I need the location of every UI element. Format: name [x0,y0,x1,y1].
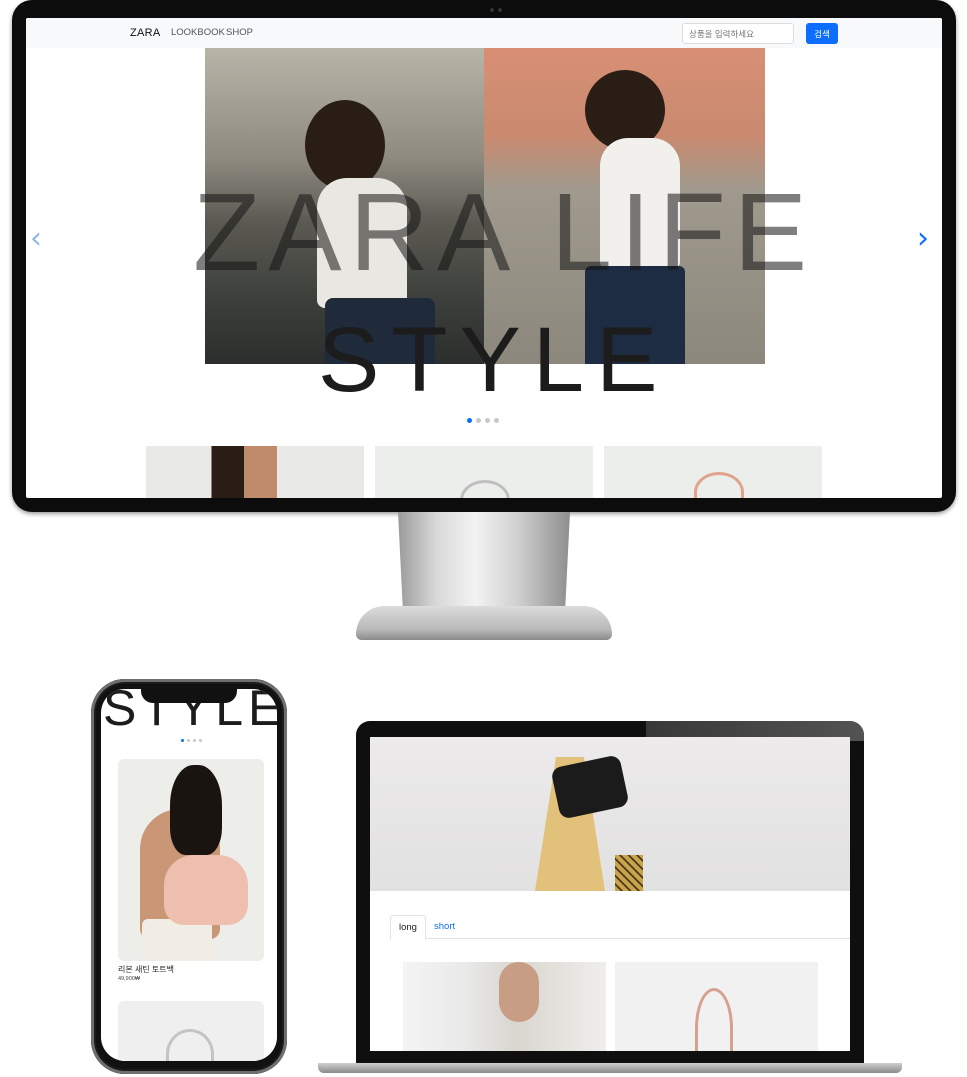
search-button[interactable]: 검색 [806,23,838,44]
model-skirt [142,919,212,961]
desktop-monitor: ZARA LOOKBOOK SHOP 검색 ZARA LIFE STYLE ‹ … [12,0,956,512]
search-input[interactable] [682,23,794,44]
phone-notch [141,689,237,703]
model-skirt [615,855,643,891]
nav-link-shop[interactable]: SHOP [226,27,253,38]
carousel-indicator-4[interactable] [199,739,202,742]
monitor-stand-neck [398,512,570,616]
carousel-indicator-3[interactable] [193,739,196,742]
bag-handle-graphic [166,1029,214,1061]
laptop: long short [356,721,864,1063]
product-name[interactable]: 리본 새틴 토트백 [118,964,174,975]
carousel-indicator-1[interactable] [181,739,184,742]
carousel-indicator-2[interactable] [187,739,190,742]
product-card-image[interactable] [118,759,264,961]
navbar: ZARA LOOKBOOK SHOP 검색 [26,18,942,48]
laptop-base [318,1063,902,1073]
bag-handle-graphic [695,988,733,1051]
chevron-right-icon[interactable]: › [917,224,929,254]
product-price: 49,900₩ [118,976,141,982]
laptop-screen: long short [370,737,850,1051]
carousel-indicator-1[interactable] [467,418,472,423]
tab-short[interactable]: short [426,915,463,939]
product-card-image-2[interactable] [118,1001,264,1061]
monitor-camera [490,8,504,12]
product-card-image-2[interactable] [615,962,818,1051]
lookbook-banner [370,737,850,891]
mobile-screen: STYLE 리본 새틴 토트백 49,900₩ [101,689,277,1061]
brand-logo[interactable]: ZARA [130,27,161,39]
model-arm [499,962,539,1022]
hero-overlay-subtitle: STYLE [318,309,670,411]
carousel-indicators [467,418,499,423]
desktop-screen: ZARA LOOKBOOK SHOP 검색 ZARA LIFE STYLE ‹ … [26,18,942,498]
product-card-image-1[interactable] [146,446,364,498]
nav-link-lookbook[interactable]: LOOKBOOK [171,27,225,38]
carousel-indicators-mobile [181,739,202,742]
pink-bag [164,855,248,925]
hero-overlay-title: ZARA LIFE [193,171,816,294]
product-card-image-3[interactable] [604,446,822,498]
bag-handle-graphic [460,480,510,498]
tab-long[interactable]: long [390,915,426,940]
carousel-indicator-3[interactable] [485,418,490,423]
device-mockup-showcase: ZARA LOOKBOOK SHOP 검색 ZARA LIFE STYLE ‹ … [0,0,967,1077]
product-card-image-1[interactable] [403,962,606,1051]
product-card-image-2[interactable] [375,446,593,498]
bag-handle-graphic [694,472,744,498]
model-hair [170,765,222,855]
chevron-left-icon[interactable]: ‹ [30,224,42,254]
carousel-indicator-2[interactable] [476,418,481,423]
monitor-stand-base [356,606,612,640]
carousel-indicator-4[interactable] [494,418,499,423]
category-tabs: long short [390,915,850,940]
mobile-phone: STYLE 리본 새틴 토트백 49,900₩ [91,679,287,1074]
